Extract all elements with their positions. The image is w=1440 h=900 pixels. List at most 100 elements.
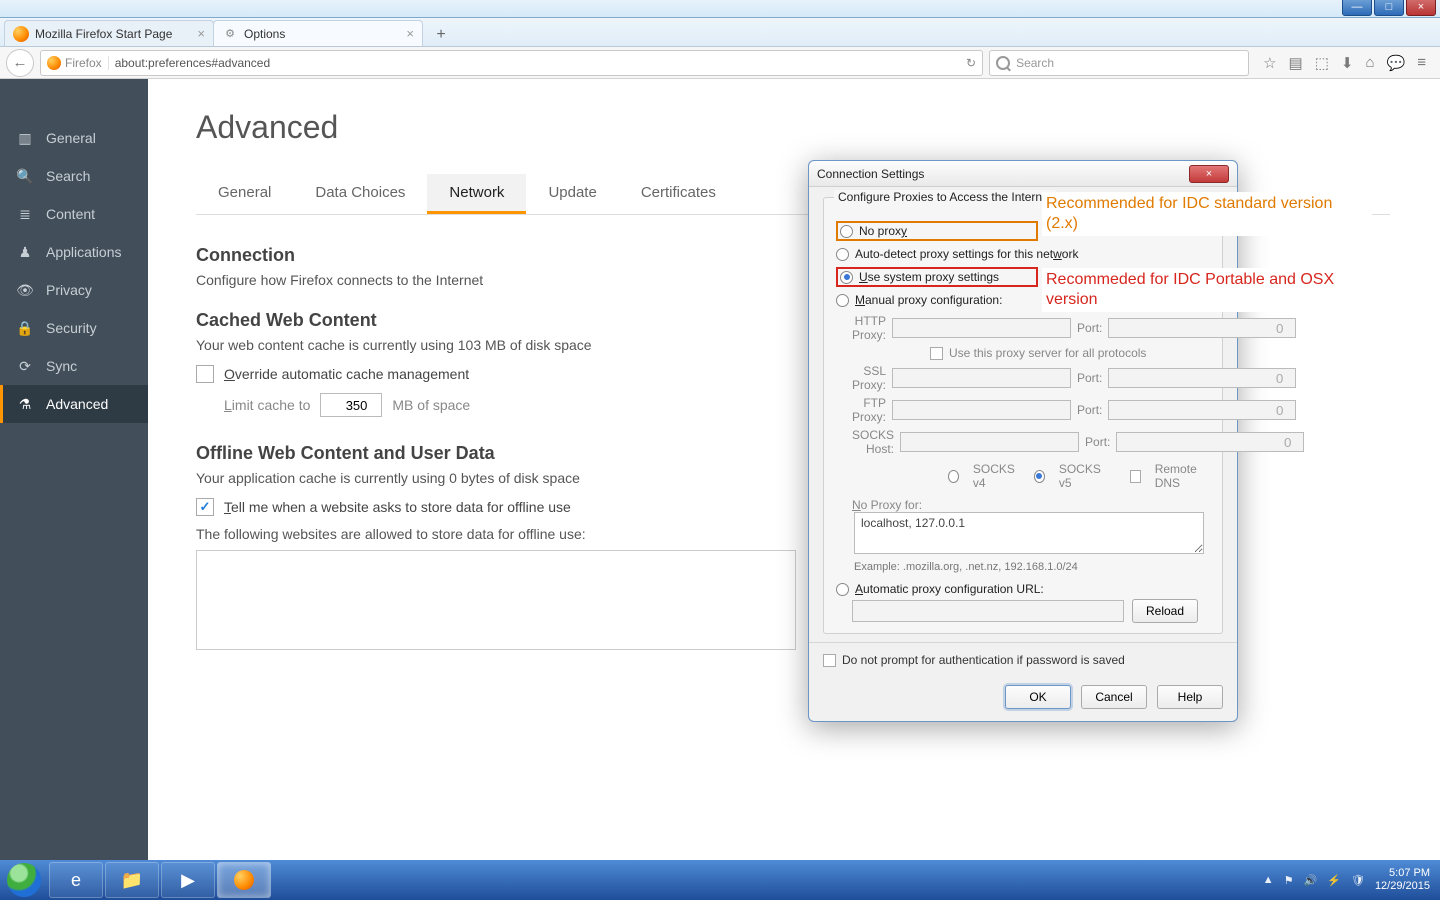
tray-shield-icon[interactable]: 🛡 — [1351, 874, 1365, 887]
http-proxy-label: HTTP Proxy: — [852, 314, 886, 342]
no-auth-prompt-checkbox[interactable] — [823, 654, 836, 667]
home-icon[interactable]: ⌂ — [1365, 54, 1374, 71]
ssl-port-label: Port: — [1077, 371, 1102, 385]
close-icon[interactable]: × — [197, 26, 205, 41]
dialog-titlebar[interactable]: Connection Settings × — [809, 161, 1237, 187]
menu-icon[interactable]: ≡ — [1417, 54, 1426, 71]
socks-host-input[interactable] — [900, 432, 1079, 452]
reload-icon[interactable]: ↻ — [966, 56, 976, 70]
site-identity[interactable]: Firefox — [47, 56, 109, 70]
remote-dns-checkbox[interactable] — [1130, 470, 1141, 483]
taskbar-explorer[interactable]: 📁 — [105, 862, 159, 898]
navigation-toolbar: ← Firefox about:preferences#advanced ↻ S… — [0, 47, 1440, 79]
subtab-update[interactable]: Update — [526, 174, 618, 214]
chat-icon[interactable]: 💬 — [1387, 54, 1406, 72]
radio-auto-detect[interactable] — [836, 248, 849, 261]
tray-chevron-icon[interactable]: ▲ — [1263, 874, 1274, 886]
radio-use-system[interactable] — [840, 271, 853, 284]
sidebar-item-content[interactable]: ≣Content — [0, 195, 148, 233]
tab-label: Mozilla Firefox Start Page — [35, 27, 172, 41]
sidebar-item-privacy[interactable]: 👁Privacy — [0, 271, 148, 309]
tell-me-checkbox[interactable] — [196, 498, 214, 516]
use-all-protocols-label: Use this proxy server for all protocols — [949, 346, 1146, 360]
firefox-icon — [234, 870, 254, 890]
radio-no-proxy[interactable] — [840, 225, 853, 238]
toolbar-icons: ☆ ▤ ⬚ ⬇ ⌂ 💬 ≡ — [1255, 54, 1434, 72]
ftp-proxy-input[interactable] — [892, 400, 1071, 420]
pac-url-input[interactable] — [852, 600, 1124, 622]
subtab-network[interactable]: Network — [427, 174, 526, 214]
taskbar-firefox[interactable] — [217, 862, 271, 898]
offline-sites-list[interactable] — [196, 550, 796, 650]
search-icon — [996, 56, 1010, 70]
http-port-input[interactable] — [1108, 318, 1296, 338]
sidebar-item-label: Search — [46, 168, 90, 184]
taskbar-clock[interactable]: 5:07 PM 12/29/2015 — [1375, 867, 1430, 892]
socks-port-input[interactable] — [1116, 432, 1304, 452]
reload-pac-button[interactable]: Reload — [1132, 599, 1198, 623]
system-tray: ▲ ⚑ 🔊 ⚡ 🛡 5:07 PM 12/29/2015 — [1253, 867, 1440, 892]
limit-cache-input[interactable] — [320, 393, 382, 417]
ssl-proxy-label: SSL Proxy: — [852, 364, 886, 392]
search-placeholder: Search — [1016, 56, 1054, 70]
window-maximize-button[interactable]: □ — [1374, 0, 1404, 16]
identity-label: Firefox — [65, 56, 102, 70]
socks-port-label: Port: — [1085, 435, 1110, 449]
bookmark-icon[interactable]: ☆ — [1263, 54, 1276, 72]
ok-button[interactable]: OK — [1005, 685, 1071, 709]
back-button[interactable]: ← — [6, 49, 34, 77]
radio-pac[interactable] — [836, 583, 849, 596]
no-proxy-for-label: No Proxy for: — [852, 498, 922, 512]
radio-socks-v4[interactable] — [948, 470, 959, 483]
sidebar-icon[interactable]: ▤ — [1289, 54, 1303, 72]
ssl-proxy-input[interactable] — [892, 368, 1071, 388]
no-proxy-for-input[interactable] — [854, 512, 1204, 554]
radio-socks-v5[interactable] — [1034, 470, 1045, 483]
radio-manual[interactable] — [836, 294, 849, 307]
subtab-data-choices[interactable]: Data Choices — [293, 174, 427, 214]
ftp-port-input[interactable] — [1108, 400, 1296, 420]
help-button[interactable]: Help — [1157, 685, 1223, 709]
use-all-protocols-checkbox[interactable] — [930, 347, 943, 360]
subtab-general[interactable]: General — [196, 174, 293, 214]
socks-v4-label: SOCKS v4 — [973, 462, 1020, 490]
url-bar[interactable]: Firefox about:preferences#advanced ↻ — [40, 50, 983, 76]
window-close-button[interactable]: × — [1406, 0, 1436, 16]
taskbar-ie[interactable]: e — [49, 862, 103, 898]
downloads-icon[interactable]: ⬇ — [1341, 54, 1354, 72]
cancel-button[interactable]: Cancel — [1081, 685, 1147, 709]
tray-flag-icon[interactable]: ⚑ — [1284, 874, 1294, 887]
tab-start-page[interactable]: Mozilla Firefox Start Page × — [4, 20, 214, 46]
subtab-certificates[interactable]: Certificates — [619, 174, 738, 214]
sidebar-item-applications[interactable]: ♟Applications — [0, 233, 148, 271]
new-tab-button[interactable]: + — [428, 24, 454, 46]
sidebar-item-label: Security — [46, 320, 97, 336]
dialog-close-button[interactable]: × — [1189, 165, 1229, 183]
sidebar-item-search[interactable]: 🔍Search — [0, 157, 148, 195]
ftp-port-label: Port: — [1077, 403, 1102, 417]
override-cache-checkbox[interactable] — [196, 365, 214, 383]
start-button[interactable] — [0, 860, 48, 900]
http-proxy-input[interactable] — [892, 318, 1071, 338]
pocket-icon[interactable]: ⬚ — [1315, 54, 1329, 72]
tray-volume-icon[interactable]: 🔊 — [1304, 874, 1318, 887]
window-minimize-button[interactable]: — — [1342, 0, 1372, 16]
connection-settings-dialog: Connection Settings × Configure Proxies … — [808, 160, 1238, 722]
sidebar-item-sync[interactable]: ⟳Sync — [0, 347, 148, 385]
radio-auto-detect-label: Auto-detect proxy settings for this netw… — [855, 247, 1078, 261]
sidebar-item-label: Advanced — [46, 396, 108, 412]
dialog-title: Connection Settings — [817, 167, 924, 181]
radio-use-system-label: Use system proxy settings — [859, 270, 999, 284]
search-bar[interactable]: Search — [989, 50, 1249, 76]
sidebar-item-advanced[interactable]: ⚗Advanced — [0, 385, 148, 423]
tray-network-icon[interactable]: ⚡ — [1327, 874, 1341, 887]
taskbar-media[interactable]: ▶ — [161, 862, 215, 898]
close-icon[interactable]: × — [406, 26, 414, 41]
ssl-port-input[interactable] — [1108, 368, 1296, 388]
sidebar-item-security[interactable]: 🔒Security — [0, 309, 148, 347]
page-title: Advanced — [196, 109, 1390, 146]
sidebar-item-general[interactable]: ▥General — [0, 119, 148, 157]
tab-options[interactable]: ⚙ Options × — [213, 20, 423, 46]
sync-icon: ⟳ — [16, 358, 34, 375]
no-auth-prompt-label: Do not prompt for authentication if pass… — [842, 653, 1125, 667]
